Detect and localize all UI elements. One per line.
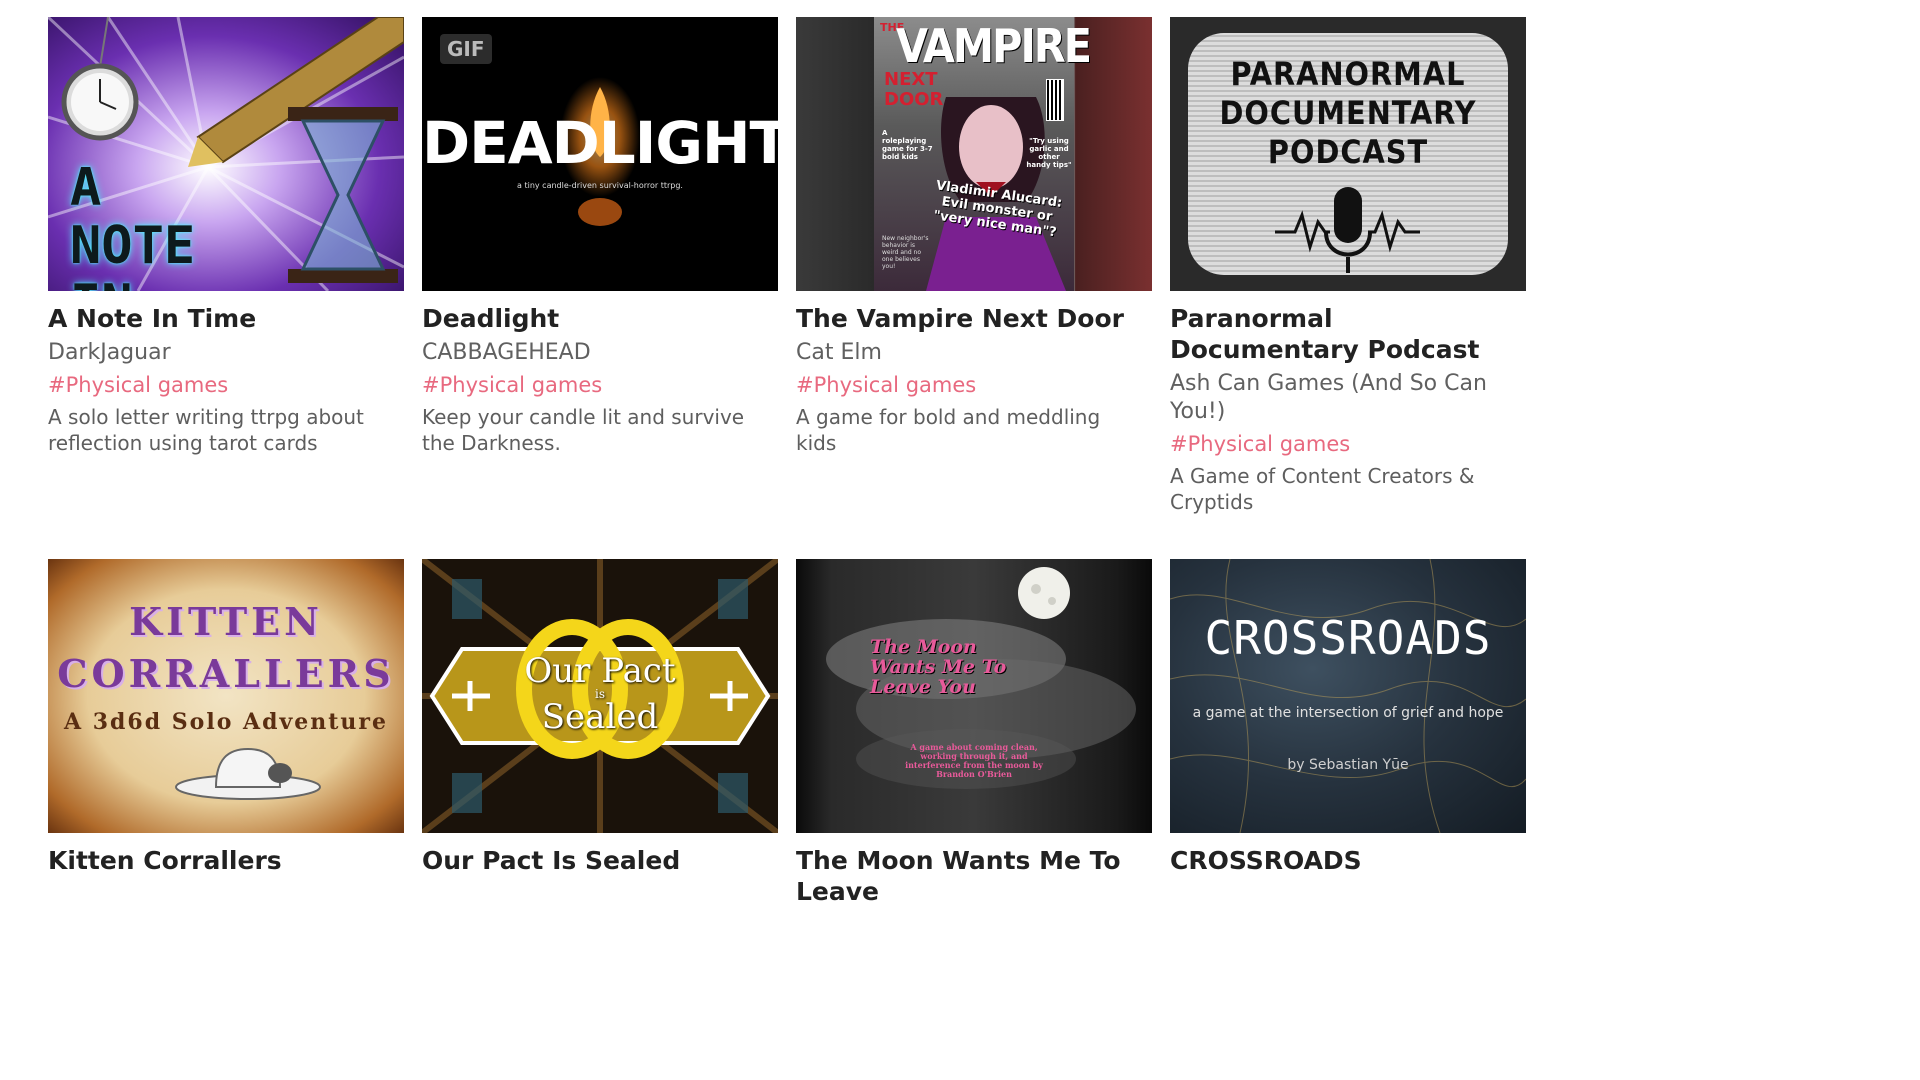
game-tag[interactable]: #Physical games [796,372,1152,399]
game-description: A Game of Content Creators & Cryptids [1170,464,1475,514]
game-title[interactable]: The Moon Wants Me To Leave [796,845,1152,907]
barcode-icon [1046,79,1064,121]
game-description: A game for bold and meddling kids [796,405,1101,455]
cover-tagline: a game at the intersection of grief and … [1192,705,1504,721]
game-grid-row-1: A NOTE IN TIME A Note In Time DarkJaguar… [48,17,1528,515]
cover-title: VAMPIRE [896,19,1092,73]
game-title[interactable]: CROSSROADS [1170,845,1526,876]
game-card: A NOTE IN TIME A Note In Time DarkJaguar… [48,17,404,515]
game-cover-the-moon-wants-me[interactable]: The Moon Wants Me To Leave You A game ab… [796,559,1152,833]
cover-side: New neighbor's behavior is weird and no … [882,235,929,270]
game-author[interactable]: Ash Can Games (And So Can You!) [1170,370,1526,426]
cover-blurb: A roleplaying game for 3-7 bold kids [882,129,933,161]
cover-door: DOOR [884,89,944,110]
game-card: CROSSROADS a game at the intersection of… [1170,559,1526,907]
game-card: GIF DEADLIGHT a tiny candle-driven survi… [422,17,778,515]
cover-title: DEADLIGHT [422,109,778,177]
game-description: Keep your candle lit and survive the Dar… [422,405,745,455]
cover-title: CROSSROADS [1204,611,1492,665]
game-author[interactable]: CABBAGEHEAD [422,339,778,367]
game-card: THE VAMPIRE NEXT DOOR A roleplaying game… [796,17,1152,515]
microphone-icon [1275,187,1420,273]
game-title[interactable]: A Note In Time [48,303,404,334]
game-title[interactable]: Our Pact Is Sealed [422,845,778,876]
gif-badge: GIF [440,34,492,64]
game-cover-our-pact-is-sealed[interactable]: Our Pact is Sealed [422,559,778,833]
game-author[interactable]: DarkJaguar [48,339,404,367]
cover-subtitle: a tiny candle-driven survival-horror ttr… [517,181,683,190]
game-cover-a-note-in-time[interactable]: A NOTE IN TIME [48,17,404,291]
game-description: A solo letter writing ttrpg about reflec… [48,405,364,455]
game-cover-vampire-next-door[interactable]: THE VAMPIRE NEXT DOOR A roleplaying game… [796,17,1152,291]
cover-next: NEXT [884,69,938,90]
game-title[interactable]: Paranormal Documentary Podcast [1170,303,1526,365]
cover-texture [1170,559,1526,833]
game-cover-crossroads[interactable]: CROSSROADS a game at the intersection of… [1170,559,1526,833]
game-card: Our Pact is Sealed Our Pact Is Sealed [422,559,778,907]
game-tag[interactable]: #Physical games [48,372,404,399]
game-grid-row-2: KITTEN CORRALLERS A 3d6d Solo Adventure … [48,559,1528,907]
cover-title: Our Pact is Sealed [524,651,676,737]
game-tag[interactable]: #Physical games [422,372,778,399]
cover-title: The Moon Wants Me To Leave You [870,636,1007,698]
cover-quote: "Try using garlic and other handy tips" [1026,137,1072,169]
cover-title: A NOTE IN TIME [70,158,196,291]
game-title[interactable]: The Vampire Next Door [796,303,1152,334]
game-cover-deadlight[interactable]: GIF DEADLIGHT a tiny candle-driven survi… [422,17,778,291]
game-card: The Moon Wants Me To Leave You A game ab… [796,559,1152,907]
game-title[interactable]: Kitten Corrallers [48,845,404,876]
game-title[interactable]: Deadlight [422,303,778,334]
game-card: KITTEN CORRALLERS A 3d6d Solo Adventure … [48,559,404,907]
game-card: PARANORMAL DOCUMENTARY PODCAST Paranorma… [1170,17,1526,515]
game-cover-paranormal-documentary-podcast[interactable]: PARANORMAL DOCUMENTARY PODCAST [1170,17,1526,291]
cover-byline: by Sebastian Yūe [1287,757,1409,773]
game-cover-kitten-corrallers[interactable]: KITTEN CORRALLERS A 3d6d Solo Adventure [48,559,404,833]
cover-subtitle: A game about coming clean, working throu… [905,742,1043,779]
cowboy-hat-icon [175,747,321,800]
game-author[interactable]: Cat Elm [796,339,1152,367]
game-tag[interactable]: #Physical games [1170,431,1526,458]
